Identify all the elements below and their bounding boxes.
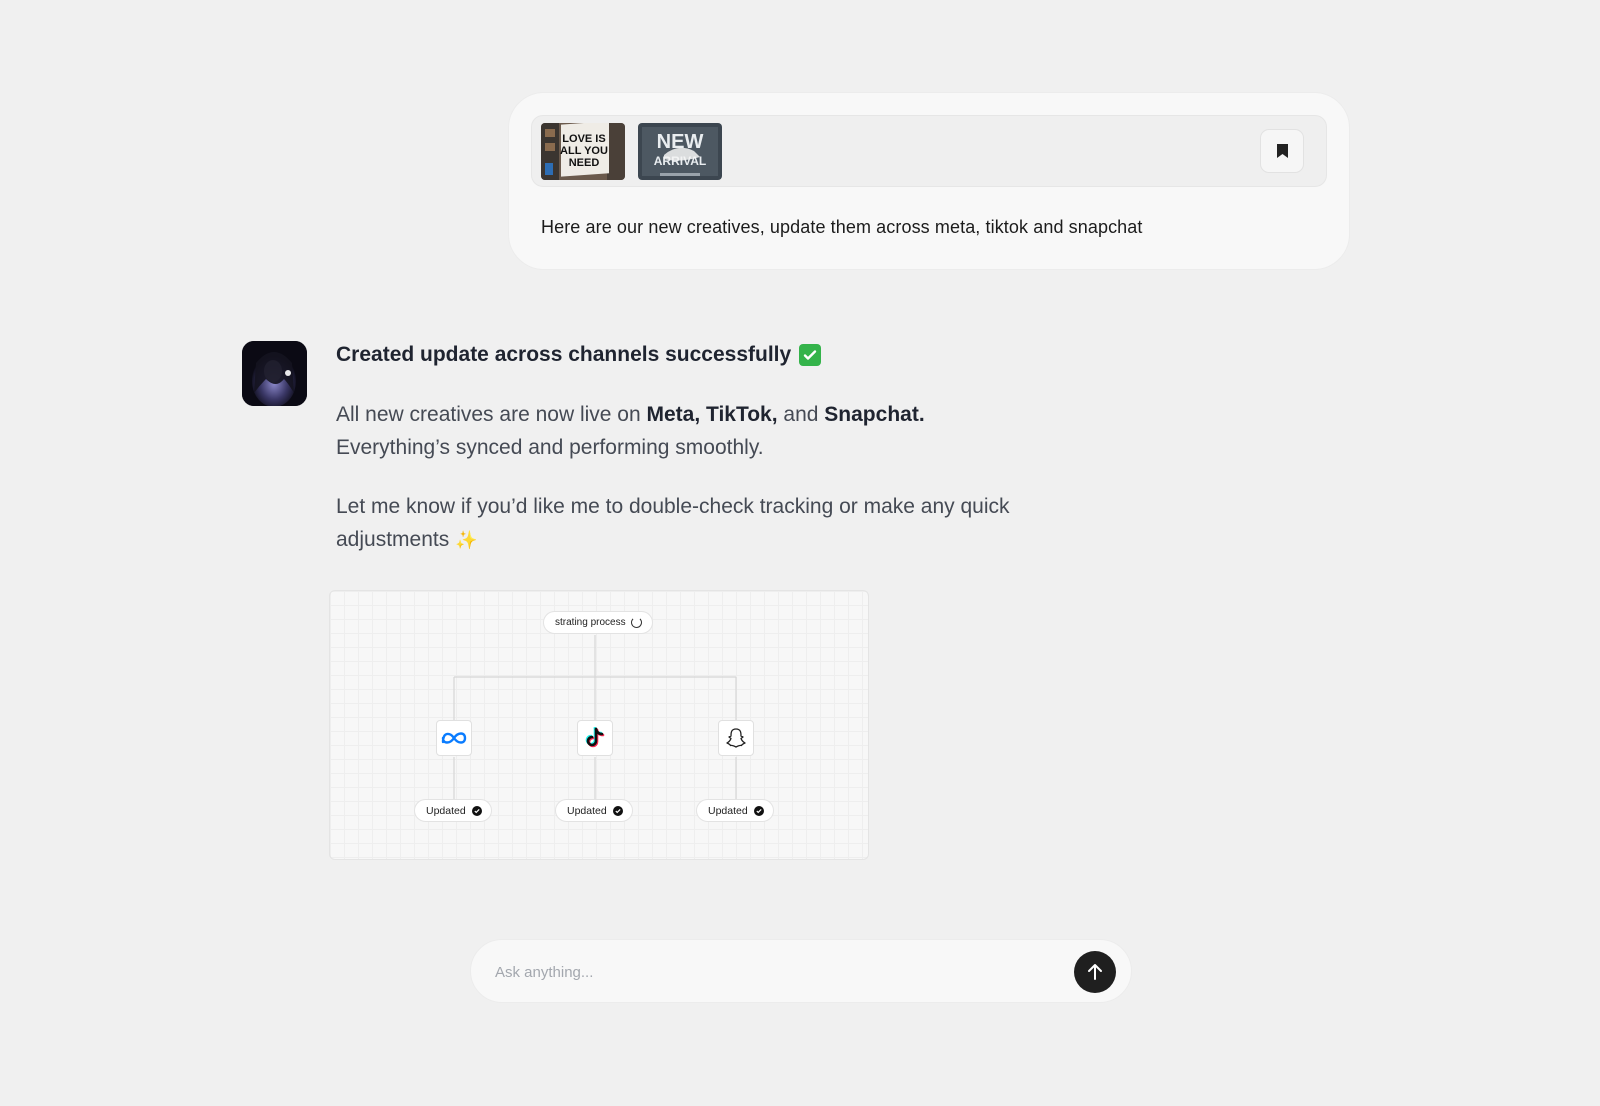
tiktok-node[interactable] <box>577 720 613 756</box>
para1-line2: Everything’s synced and performing smoot… <box>336 436 764 459</box>
check-mark-icon <box>799 344 822 366</box>
start-process-node: strating process <box>543 611 653 634</box>
thumb-line: ALL YOU <box>560 145 608 157</box>
snapchat-node[interactable] <box>718 720 754 756</box>
thumb-line: LOVE IS <box>562 133 605 145</box>
loading-spinner-icon <box>630 617 642 628</box>
meta-node[interactable] <box>436 720 472 756</box>
check-circle-icon <box>612 805 623 816</box>
user-message-text: Here are our new creatives, update them … <box>541 217 1143 237</box>
status-label: Updated <box>708 804 748 817</box>
thumb-line: NEED <box>569 157 600 169</box>
chat-input[interactable] <box>495 958 1035 986</box>
start-process-label: strating process <box>555 617 626 628</box>
meta-icon <box>441 732 467 744</box>
assistant-paragraph-status: All new creatives are now live on Meta, … <box>336 398 1016 464</box>
snapchat-status-pill: Updated <box>696 799 774 822</box>
sparkles-icon: ✨ <box>455 530 478 550</box>
attachment-thumbnail-love[interactable]: LOVE IS ALL YOU NEED <box>541 123 625 180</box>
assistant-paragraph-followup: Let me know if you’d like me to double-c… <box>336 490 1016 557</box>
para1-lead: All new creatives are now live on <box>336 403 647 426</box>
check-circle-icon <box>753 805 764 816</box>
para2-text: Let me know if you’d like me to double-c… <box>336 495 1010 551</box>
bookmark-icon <box>1276 144 1288 158</box>
para1-mid: and <box>777 403 825 426</box>
meta-status-pill: Updated <box>414 799 492 822</box>
send-button[interactable] <box>1074 951 1116 993</box>
status-label: Updated <box>567 804 607 817</box>
assistant-avatar <box>242 341 307 406</box>
status-label: Updated <box>426 804 466 817</box>
user-message-bubble: LOVE IS ALL YOU NEED NEW ARRIVAL Here ar… <box>508 92 1350 270</box>
tiktok-icon <box>585 727 605 748</box>
tiktok-status-pill: Updated <box>555 799 633 822</box>
attachments-bar: LOVE IS ALL YOU NEED NEW ARRIVAL <box>531 115 1327 187</box>
para1-bold-snapchat: Snapchat. <box>824 403 925 426</box>
chat-composer <box>470 939 1132 1003</box>
attachment-thumbnail-new-arrival[interactable]: NEW ARRIVAL <box>638 123 722 180</box>
assistant-title: Created update across channels successfu… <box>336 343 822 367</box>
bookmark-button[interactable] <box>1260 129 1304 173</box>
snapchat-icon <box>726 728 746 748</box>
assistant-title-text: Created update across channels successfu… <box>336 343 792 366</box>
para1-bold-channels: Meta, TikTok, <box>646 403 778 426</box>
check-circle-icon <box>471 805 482 816</box>
arrow-up-icon <box>1088 964 1102 980</box>
workflow-diagram-card: strating process Updated Updated Updated <box>329 590 869 860</box>
